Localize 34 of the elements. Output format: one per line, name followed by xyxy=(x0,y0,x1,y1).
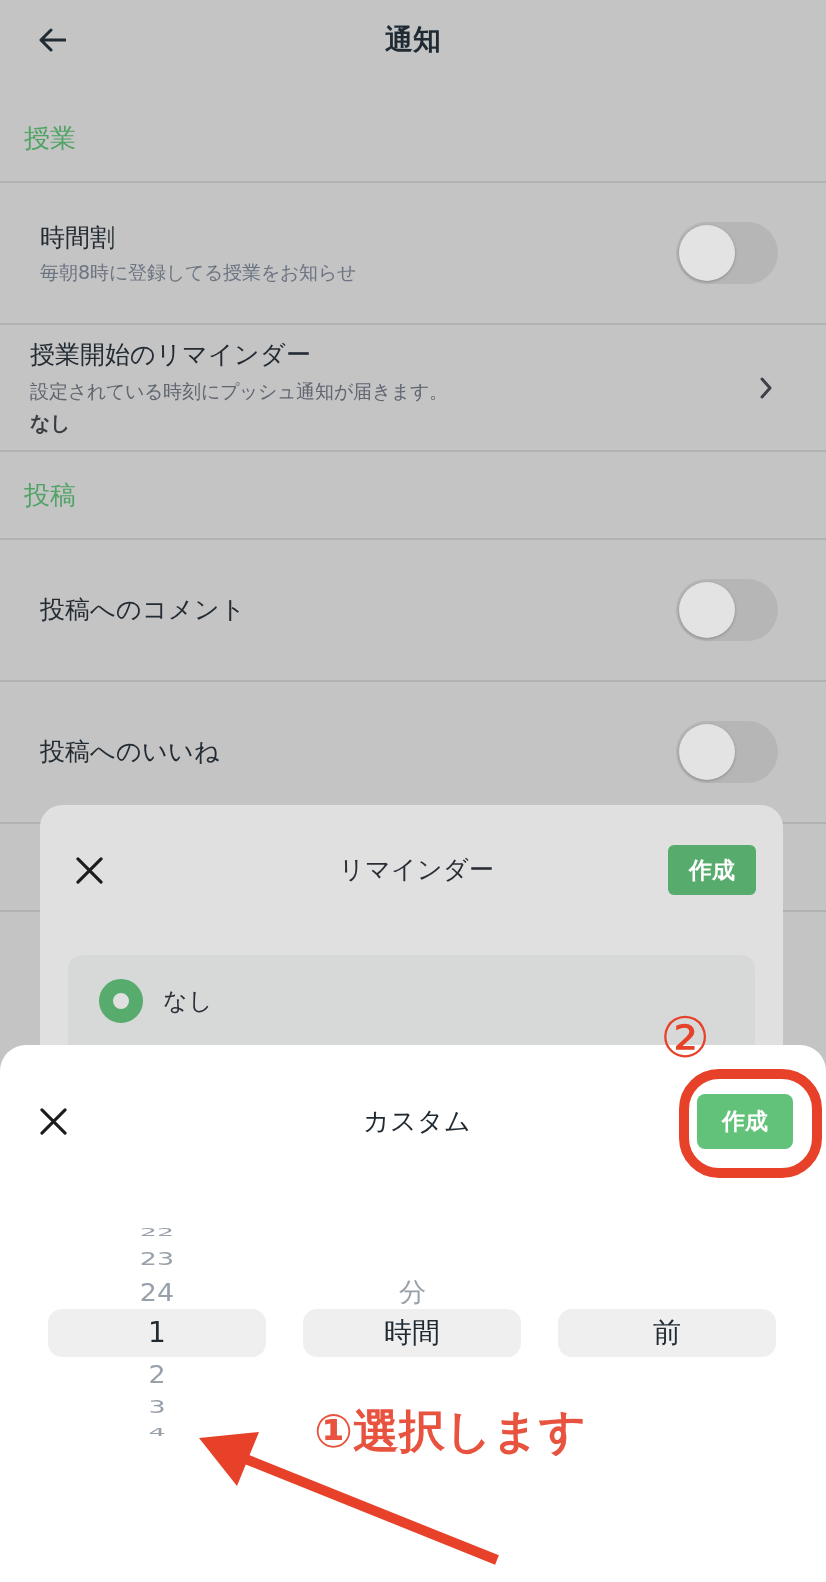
sheet-title: カスタム xyxy=(362,1105,471,1137)
setting-description: 毎朝8時に登録してる授業をお知らせ xyxy=(40,260,357,285)
close-button[interactable] xyxy=(76,856,103,884)
chevron-right-icon[interactable] xyxy=(760,377,772,399)
picker-option[interactable]: 23 xyxy=(139,1248,175,1270)
setting-value: なし xyxy=(30,410,70,436)
setting-description: 設定されている時刻にプッシュ通知が届きます。 xyxy=(30,379,448,404)
picker-option[interactable]: 24 xyxy=(139,1275,175,1309)
picker-option[interactable]: 3 xyxy=(148,1396,166,1418)
create-button[interactable]: 作成 xyxy=(668,845,756,895)
close-icon xyxy=(76,856,103,884)
setting-title: 投稿へのいいね xyxy=(40,736,220,768)
annotation-text: ①選択します xyxy=(314,1404,586,1458)
picker-option[interactable]: 4 xyxy=(148,1429,166,1437)
picker-option[interactable]: 2 xyxy=(148,1357,166,1391)
picker-option[interactable]: 分 xyxy=(398,1275,426,1309)
picker-selected-option[interactable]: 時間 xyxy=(303,1309,521,1357)
page-title: 通知 xyxy=(385,23,441,57)
create-button[interactable]: 作成 xyxy=(697,1093,793,1149)
dialog-title: リマインダー xyxy=(338,854,494,886)
picker-option[interactable]: 22 xyxy=(139,1229,175,1237)
option-label[interactable]: なし xyxy=(163,979,213,1023)
picker-selected-option[interactable]: 1 xyxy=(48,1309,266,1357)
picker-selected-option[interactable]: 前 xyxy=(558,1309,776,1357)
back-button[interactable] xyxy=(38,28,66,52)
setting-title[interactable]: 授業開始のリマインダー xyxy=(30,338,311,372)
section-heading: 投稿 xyxy=(24,480,76,510)
setting-title: 時間割 xyxy=(40,222,115,254)
close-button[interactable] xyxy=(40,1107,67,1135)
close-icon xyxy=(40,1107,67,1135)
step-number: ② xyxy=(660,1008,711,1068)
section-heading: 授業 xyxy=(24,123,76,153)
setting-title: 投稿へのコメント xyxy=(40,594,246,626)
back-arrow-icon xyxy=(38,28,66,52)
